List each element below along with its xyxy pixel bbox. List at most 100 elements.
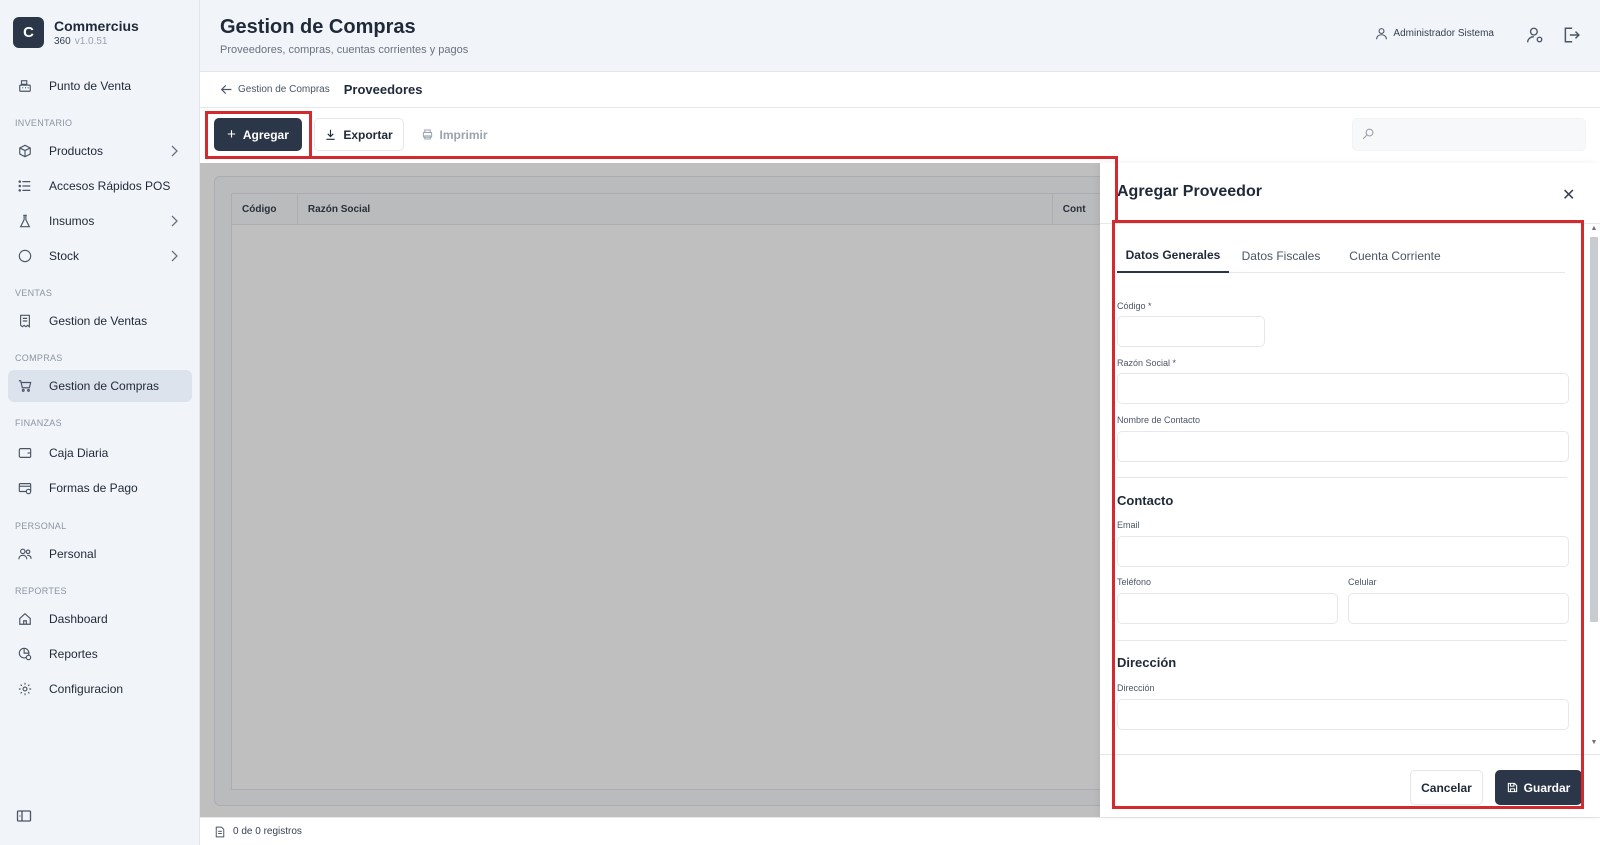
sidebar-toggle-icon[interactable]: [16, 808, 32, 824]
user-menu[interactable]: Administrador Sistema: [1375, 27, 1494, 40]
email-field[interactable]: [1117, 536, 1569, 567]
divider: [1100, 223, 1600, 224]
tab-datos-generales[interactable]: Datos Generales: [1117, 239, 1229, 273]
sidebar-item-label: Configuracion: [49, 682, 124, 696]
telefono-field[interactable]: [1117, 593, 1338, 624]
sidebar-item-label: Dashboard: [49, 612, 108, 626]
table-footer: 0 de 0 registros: [200, 817, 1600, 845]
document-icon: [215, 826, 225, 837]
chevron-right-icon: [171, 145, 178, 157]
sidebar-item-label: Reportes: [49, 647, 98, 661]
toolbar: + Agregar Exportar Imprimir: [200, 108, 1600, 163]
drawer-title: Agregar Proveedor: [1117, 183, 1262, 200]
add-button-label: Agregar: [242, 127, 289, 142]
razon-social-field[interactable]: [1117, 373, 1569, 404]
sidebar-item-punto-de-venta[interactable]: Punto de Venta: [8, 70, 192, 102]
cancel-button[interactable]: Cancelar: [1410, 770, 1483, 805]
chevron-right-icon: [171, 215, 178, 227]
tab-datos-fiscales[interactable]: Datos Fiscales: [1229, 239, 1333, 273]
email-label: Email: [1117, 520, 1140, 530]
nombre-contacto-field[interactable]: [1117, 431, 1569, 462]
breadcrumb-back-label: Gestion de Compras: [238, 84, 330, 95]
sidebar-item-insumos[interactable]: Insumos: [8, 205, 192, 237]
section-label-compras: COMPRAS: [15, 353, 63, 363]
razon-social-label: Razón Social *: [1117, 358, 1177, 368]
users-icon: [17, 546, 33, 562]
sidebar-item-stock[interactable]: Stock: [8, 240, 192, 272]
modal-backdrop[interactable]: [200, 163, 1100, 817]
app-logo: C: [13, 16, 44, 48]
sidebar-item-reportes[interactable]: Reportes: [8, 638, 192, 670]
export-button[interactable]: Exportar: [314, 118, 404, 151]
export-button-label: Exportar: [343, 127, 393, 142]
sidebar-item-configuracion[interactable]: Configuracion: [8, 673, 192, 705]
wallet-icon: [17, 445, 33, 461]
breadcrumb-back-link[interactable]: Gestion de Compras: [220, 83, 330, 96]
section-title-direccion: Dirección: [1117, 655, 1177, 670]
add-button[interactable]: + Agregar: [214, 118, 302, 151]
section-label-inventario: INVENTARIO: [15, 118, 73, 128]
page-header: Gestion de Compras Proveedores, compras,…: [200, 0, 1600, 72]
sidebar: C Commercius 360 v1.0.51 Punto de Venta I…: [0, 0, 200, 845]
save-button-label: Guardar: [1523, 780, 1571, 795]
section-label-reportes: REPORTES: [15, 586, 67, 596]
page-title: Gestion de Compras: [220, 16, 416, 38]
sidebar-item-productos[interactable]: Productos: [8, 135, 192, 167]
drawer-scrollbar[interactable]: ▲ ▼: [1589, 225, 1599, 751]
scrollbar-thumb[interactable]: [1590, 237, 1598, 622]
sidebar-item-label: Personal: [49, 547, 97, 561]
search-icon: [1362, 128, 1374, 140]
print-button[interactable]: Imprimir: [420, 118, 490, 151]
box-icon: [17, 143, 33, 159]
sidebar-item-label: Stock: [49, 249, 80, 263]
user-settings-icon[interactable]: [1526, 26, 1544, 44]
celular-field[interactable]: [1348, 593, 1569, 624]
telefono-label: Teléfono: [1117, 577, 1152, 587]
section-label-personal: PERSONAL: [15, 521, 67, 531]
direccion-label: Dirección: [1117, 683, 1155, 693]
divider: [1100, 754, 1600, 755]
save-button[interactable]: Guardar: [1495, 770, 1582, 805]
sidebar-item-label: Insumos: [49, 214, 95, 228]
sidebar-item-caja-diaria[interactable]: Caja Diaria: [8, 437, 192, 469]
user-icon: [1376, 28, 1388, 40]
sidebar-item-label: Formas de Pago: [49, 481, 138, 495]
sidebar-item-accesos-rapidos[interactable]: Accesos Rápidos POS: [8, 170, 192, 202]
add-supplier-drawer: Agregar Proveedor ✕ Datos Generales Dato…: [1100, 163, 1600, 817]
plus-icon: +: [227, 126, 236, 143]
divider: [1117, 477, 1567, 478]
printer-icon: [423, 129, 433, 140]
scroll-down-icon[interactable]: ▼: [1589, 739, 1599, 746]
flask-icon: [17, 213, 33, 229]
direccion-field[interactable]: [1117, 699, 1569, 730]
codigo-label: Código *: [1117, 301, 1152, 311]
logout-icon[interactable]: [1562, 26, 1580, 44]
sidebar-item-gestion-compras[interactable]: Gestion de Compras: [8, 370, 192, 402]
search-input[interactable]: [1381, 125, 1581, 145]
close-icon[interactable]: ✕: [1562, 185, 1575, 205]
cart-icon: [17, 378, 33, 394]
user-name: Administrador Sistema: [1393, 28, 1494, 39]
section-title-contacto: Contacto: [1117, 493, 1174, 508]
payment-icon: [17, 480, 33, 496]
chevron-right-icon: [171, 250, 178, 262]
breadcrumb-current: Proveedores: [343, 82, 423, 97]
home-icon: [17, 611, 33, 627]
codigo-field[interactable]: [1117, 316, 1265, 347]
search-box[interactable]: [1352, 118, 1586, 151]
sidebar-item-label: Punto de Venta: [49, 79, 132, 93]
circle-icon: [17, 248, 33, 264]
brand-name: Commercius: [54, 17, 139, 34]
sidebar-item-formas-pago[interactable]: Formas de Pago: [8, 472, 192, 504]
section-label-finanzas: FINANZAS: [15, 418, 62, 428]
sidebar-item-label: Productos: [49, 144, 104, 158]
tab-cuenta-corriente[interactable]: Cuenta Corriente: [1335, 239, 1455, 273]
scroll-up-icon[interactable]: ▲: [1589, 225, 1599, 232]
sidebar-item-personal[interactable]: Personal: [8, 538, 192, 570]
sidebar-item-label: Gestion de Compras: [49, 379, 160, 393]
sidebar-item-dashboard[interactable]: Dashboard: [8, 603, 192, 635]
sidebar-item-gestion-ventas[interactable]: Gestion de Ventas: [8, 305, 192, 337]
page-subtitle: Proveedores, compras, cuentas corrientes…: [220, 44, 469, 56]
receipt-icon: [17, 313, 33, 329]
version-label: v1.0.51: [74, 35, 108, 47]
